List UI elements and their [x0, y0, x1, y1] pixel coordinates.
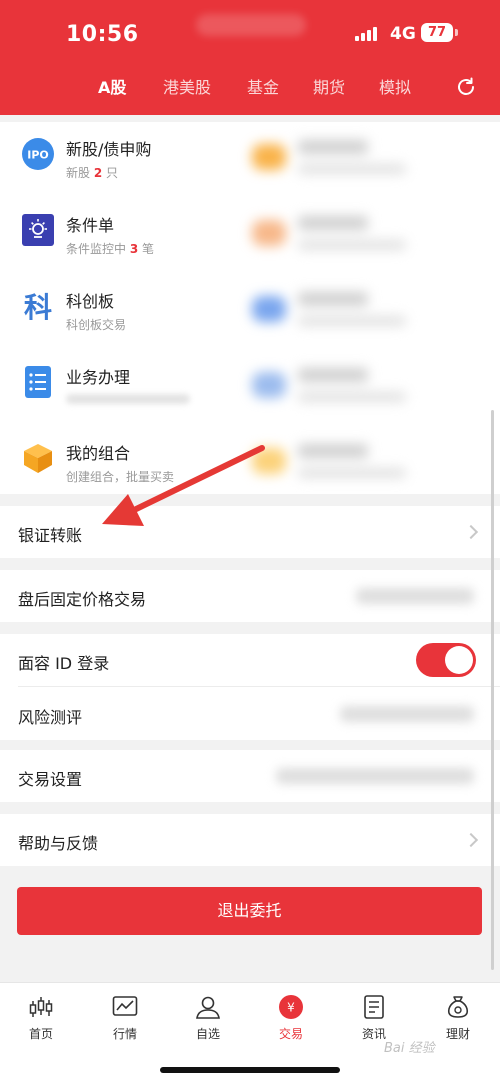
security-group: 面容 ID 登录 风险测评 [0, 634, 500, 740]
svg-text:¥: ¥ [287, 1001, 295, 1015]
blurred-value [276, 768, 474, 784]
logout-button[interactable]: 退出委托 [17, 887, 482, 935]
blurred-subtitle [66, 394, 190, 404]
tab-funds[interactable]: 基金 [247, 74, 279, 98]
tab-a-shares[interactable]: A股 [98, 74, 126, 98]
nav-wealth[interactable]: 理财 [428, 993, 488, 1043]
bank-transfer-label: 银证转账 [18, 526, 83, 545]
help-feedback-label: 帮助与反馈 [18, 834, 99, 853]
money-bag-icon [447, 996, 469, 1018]
nav-label: 交易 [278, 1027, 303, 1041]
user-icon [196, 996, 220, 1019]
feature-title: 科创板 [66, 292, 115, 311]
trade-icon: ¥ [279, 995, 303, 1019]
feature-subtitle: 创建组合，批量买卖 [66, 470, 175, 484]
market-tabs: A股 港美股 基金 期货 模拟 [0, 74, 500, 104]
cube-icon [24, 444, 52, 473]
feature-subtitle: 条件监控中 3 笔 [66, 242, 155, 256]
nav-trade[interactable]: ¥ 交易 [261, 993, 321, 1043]
document-icon [364, 995, 384, 1019]
blurred-feature [252, 364, 412, 414]
blurred-feature [252, 440, 412, 490]
header: 10:56 4G 77 A股 港美股 基金 期货 模拟 [0, 0, 500, 115]
feature-ipo[interactable]: IPO 新股/债申购 新股 2 只 [0, 136, 250, 210]
watermark: Bai 经验 [384, 1041, 435, 1056]
star-market-icon: 科 [24, 291, 52, 322]
feature-title: 业务办理 [66, 368, 131, 387]
feature-business-handling[interactable]: 业务办理 [0, 364, 250, 438]
tab-hk-us-stocks[interactable]: 港美股 [163, 74, 211, 98]
chevron-right-icon [463, 524, 479, 540]
help-feedback-row[interactable]: 帮助与反馈 [0, 814, 500, 866]
refresh-icon[interactable] [455, 76, 477, 98]
trade-settings-label: 交易设置 [18, 770, 83, 789]
battery-icon: 77 [421, 23, 453, 42]
nav-home[interactable]: 首页 [11, 993, 71, 1043]
toggle-knob [445, 646, 473, 674]
status-time: 10:56 [66, 22, 139, 47]
chevron-right-icon [463, 832, 479, 848]
blurred-feature [252, 212, 412, 262]
feature-list: IPO 新股/债申购 新股 2 只 条件单 条件监控中 3 笔 科 科创板 科创… [0, 122, 500, 494]
nav-market[interactable]: 行情 [95, 993, 155, 1043]
trade-settings-row[interactable]: 交易设置 [0, 750, 500, 802]
lightbulb-icon [22, 214, 54, 246]
after-hours-label: 盘后固定价格交易 [18, 590, 147, 609]
nav-label: 首页 [28, 1027, 53, 1041]
nav-label: 行情 [112, 1027, 137, 1041]
home-indicator [160, 1067, 340, 1073]
nav-label: 理财 [445, 1027, 470, 1041]
face-id-toggle[interactable] [416, 643, 476, 677]
network-type: 4G [390, 24, 416, 44]
list-icon [25, 366, 51, 398]
candlestick-icon [29, 997, 53, 1017]
feature-title: 新股/债申购 [66, 140, 152, 159]
feature-conditional-order[interactable]: 条件单 条件监控中 3 笔 [0, 212, 250, 286]
ipo-icon: IPO [22, 138, 54, 170]
bank-transfer-row[interactable]: 银证转账 [0, 506, 500, 558]
signal-icon [355, 25, 377, 41]
feature-subtitle: 科创板交易 [66, 318, 127, 332]
feature-title: 条件单 [66, 216, 115, 235]
status-bar: 10:56 4G 77 [0, 0, 500, 64]
nav-label: 自选 [195, 1027, 220, 1041]
chart-icon [112, 996, 138, 1016]
tab-futures[interactable]: 期货 [313, 74, 345, 98]
risk-assessment-label[interactable]: 风险测评 [18, 704, 82, 728]
after-hours-row[interactable]: 盘后固定价格交易 [0, 570, 500, 622]
blurred-value [356, 588, 474, 604]
ipo-icon-text: IPO [27, 149, 49, 162]
feature-title: 我的组合 [66, 444, 131, 463]
scrollbar[interactable] [491, 410, 494, 970]
feature-subtitle: 新股 2 只 [66, 166, 119, 180]
tab-simulation[interactable]: 模拟 [379, 74, 411, 98]
divider [18, 686, 500, 687]
nav-news[interactable]: 资讯 [344, 993, 404, 1043]
face-id-label: 面容 ID 登录 [18, 654, 110, 673]
feature-my-portfolio[interactable]: 我的组合 创建组合，批量买卖 [0, 440, 250, 514]
kc-icon-text: 科 [24, 291, 52, 322]
nav-watchlist[interactable]: 自选 [178, 993, 238, 1043]
battery-cap [455, 29, 458, 36]
blurred-value [340, 706, 474, 722]
blurred-feature [252, 136, 412, 186]
blurred-feature [252, 288, 412, 338]
feature-star-market[interactable]: 科 科创板 科创板交易 [0, 288, 250, 362]
blurred-account-name [196, 14, 306, 36]
